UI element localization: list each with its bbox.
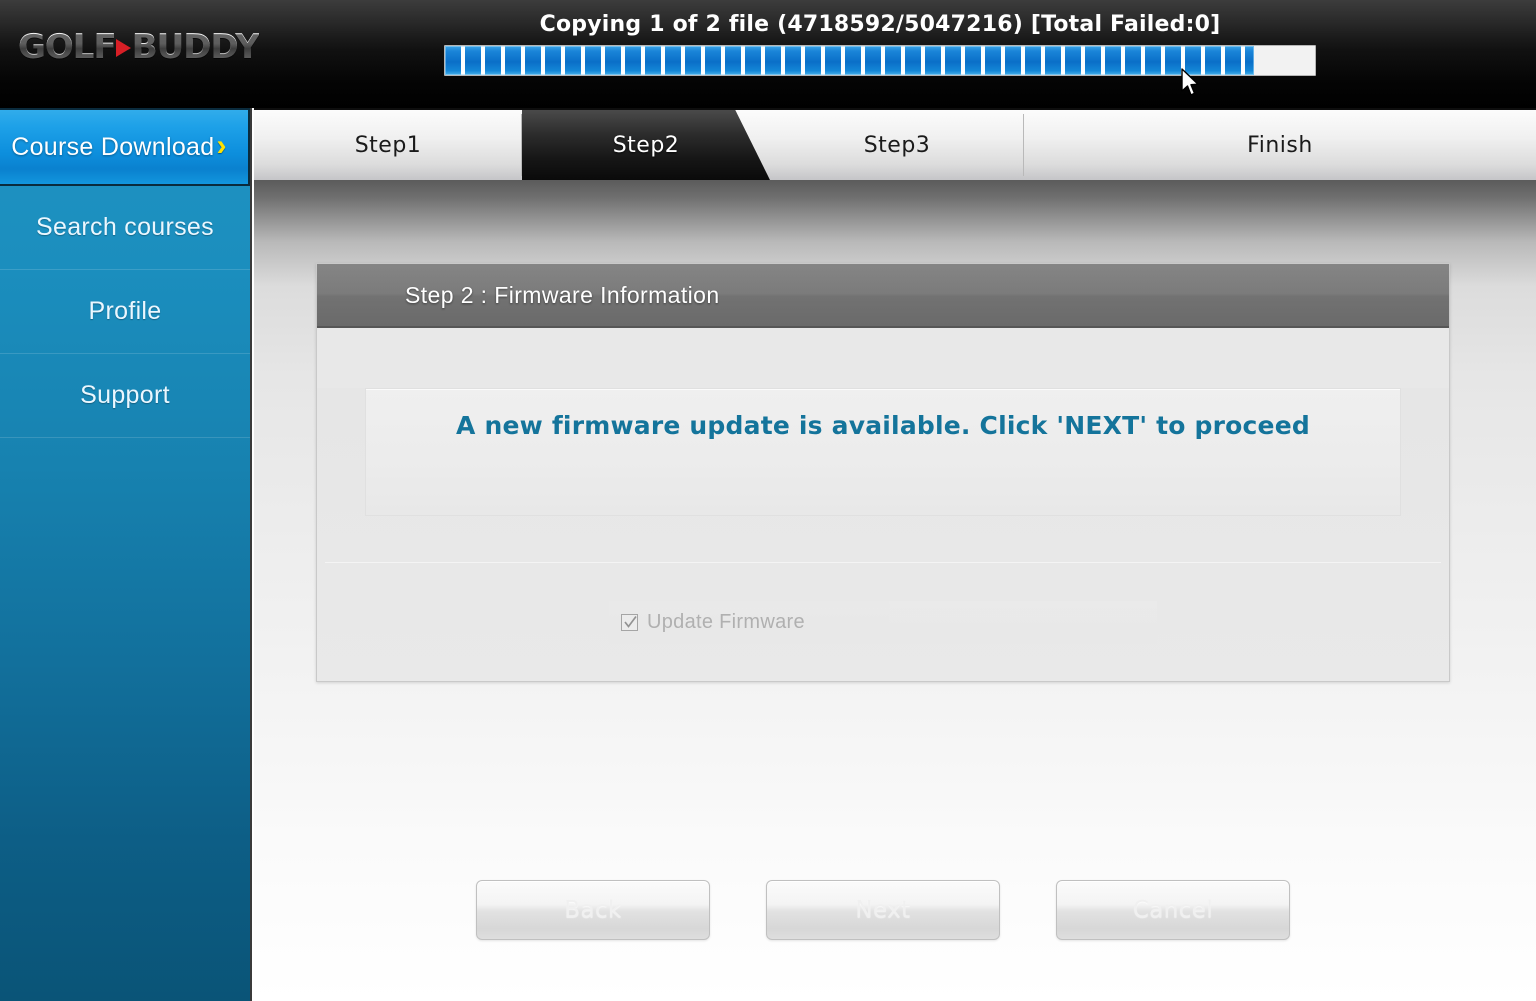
back-button-label: Back: [564, 897, 622, 923]
sidebar-item-support[interactable]: Support: [0, 354, 250, 438]
sidebar-navigation: Course Download › Search courses Profile…: [0, 108, 252, 1001]
next-button[interactable]: Next: [766, 880, 1000, 940]
tab-label: Finish: [1247, 132, 1313, 158]
golfbuddy-logo: GOLF BUDDY: [18, 27, 260, 67]
wizard-button-row: Back Next Cancel: [316, 880, 1450, 940]
transfer-status-text: Copying 1 of 2 file (4718592/5047216) [T…: [539, 12, 1221, 37]
sidebar-item-label: Support: [80, 381, 170, 409]
sidebar-item-search-courses[interactable]: Search courses: [0, 186, 250, 270]
progress-bar-fill: [445, 46, 1255, 75]
update-firmware-row: Update Firmware: [317, 563, 1449, 681]
cancel-button[interactable]: Cancel: [1056, 880, 1290, 940]
panel-title: Step 2 : Firmware Information: [405, 281, 720, 308]
back-button[interactable]: Back: [476, 880, 710, 940]
sidebar-item-course-download[interactable]: Course Download ›: [0, 108, 250, 186]
panel-body: A new firmware update is available. Clic…: [317, 388, 1449, 681]
application-window: GOLF BUDDY Copying 1 of 2 file (4718592/…: [0, 0, 1536, 1001]
checkbox-checked-icon: [621, 613, 638, 631]
chevron-right-icon: ›: [216, 129, 227, 162]
tab-label: Step2: [612, 132, 680, 158]
next-button-label: Next: [855, 897, 911, 923]
panel-header: Step 2 : Firmware Information: [317, 264, 1449, 328]
tab-step3[interactable]: Step3: [770, 110, 1024, 180]
tab-label: Step1: [354, 132, 422, 158]
update-firmware-label: Update Firmware: [647, 610, 805, 633]
sidebar-item-label: Course Download: [11, 132, 215, 161]
firmware-message-text: A new firmware update is available. Clic…: [456, 411, 1310, 440]
logo-text-golf: GOLF: [18, 27, 117, 67]
transfer-progress-area: Copying 1 of 2 file (4718592/5047216) [T…: [444, 12, 1316, 76]
main-content-area: Step1 Step2 Step3 Finish Step 2 : Firmwa…: [254, 108, 1536, 1001]
tab-label: Step3: [863, 132, 931, 158]
firmware-message-box: A new firmware update is available. Clic…: [365, 388, 1401, 516]
tab-step2[interactable]: Step2: [522, 110, 770, 180]
logo-text-buddy: BUDDY: [131, 27, 260, 67]
cancel-button-label: Cancel: [1132, 897, 1214, 923]
logo-play-arrow-icon: [115, 39, 131, 57]
wizard-tab-strip: Step1 Step2 Step3 Finish: [254, 108, 1536, 180]
progress-bar-track: [444, 45, 1316, 76]
firmware-information-panel: Step 2 : Firmware Information A new firm…: [316, 263, 1450, 682]
sidebar-item-label: Profile: [88, 297, 162, 325]
tab-finish[interactable]: Finish: [1024, 110, 1536, 180]
sidebar-item-label: Search courses: [36, 213, 214, 241]
update-firmware-checkbox[interactable]: Update Firmware: [609, 600, 1157, 644]
tab-step1[interactable]: Step1: [254, 110, 522, 180]
top-bar: GOLF BUDDY Copying 1 of 2 file (4718592/…: [0, 0, 1536, 108]
sidebar-item-profile[interactable]: Profile: [0, 270, 250, 354]
